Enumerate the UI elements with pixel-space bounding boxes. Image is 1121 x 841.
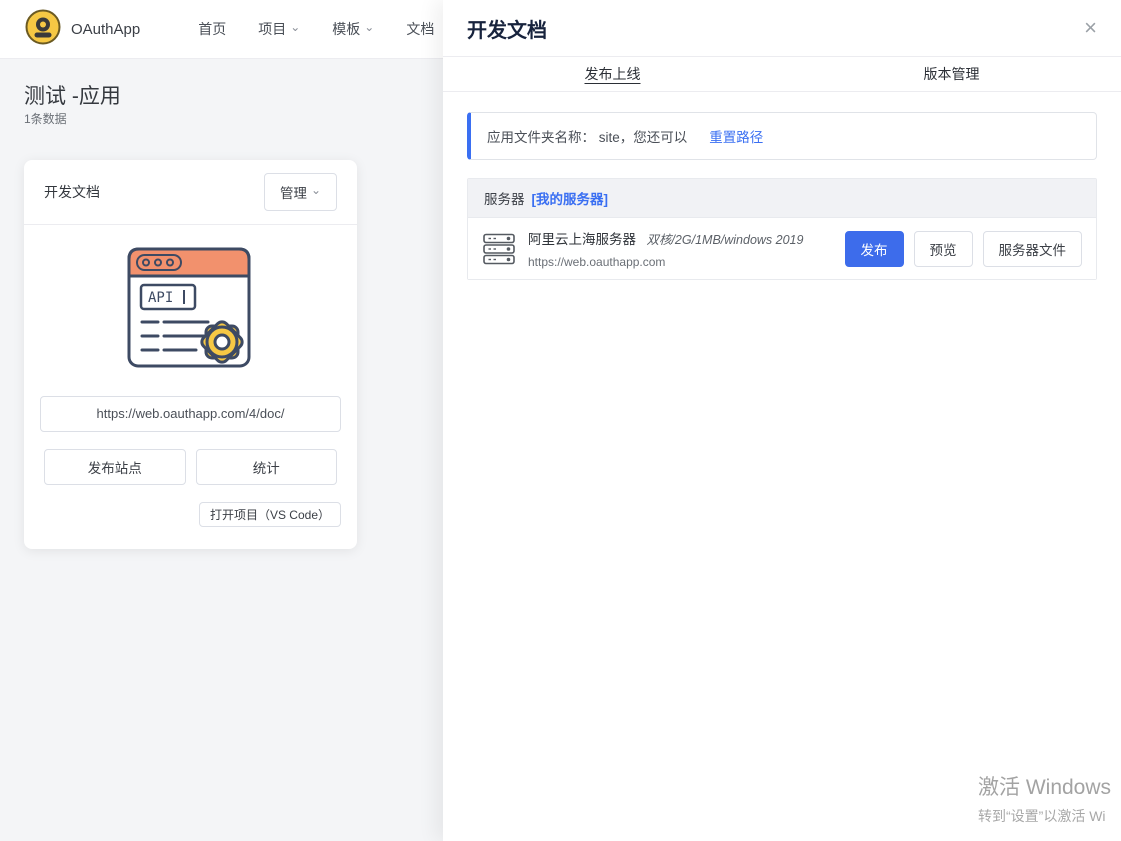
server-info: 阿里云上海服务器 双核/2G/1MB/windows 2019 https://… (528, 228, 845, 269)
server-actions: 发布 预览 服务器文件 (844, 230, 1082, 267)
tab-publish-online[interactable]: 发布上线 (443, 57, 782, 91)
app-card-header: 开发文档 管理 ⌄ (24, 160, 357, 225)
app-card: 开发文档 管理 ⌄ API https://web.oauthapp.com/4… (24, 160, 357, 549)
my-servers-link[interactable]: [我的服务器] (532, 188, 609, 208)
page-subtitle: 1条数据 (24, 112, 67, 126)
publish-button[interactable]: 发布 (844, 230, 904, 267)
server-rack-icon (482, 232, 516, 266)
brand[interactable]: OAuthApp (24, 8, 140, 51)
stats-button[interactable]: 统计 (195, 449, 337, 485)
main-nav: 首页 项目 ⌄ 模板 ⌄ 文档 (198, 19, 434, 39)
chevron-down-icon: ⌄ (290, 20, 301, 34)
app-logo-icon (24, 8, 62, 51)
server-name: 阿里云上海服务器 (528, 232, 636, 247)
page-title: 测试 -应用 (24, 85, 121, 108)
drawer-tabs: 发布上线 版本管理 (443, 57, 1121, 92)
server-panel-header: 服务器 [我的服务器] (468, 179, 1096, 218)
dev-docs-drawer: 开发文档 × 发布上线 版本管理 应用文件夹名称： site，您还可以 重置路径… (443, 0, 1121, 841)
open-project-row: 打开项目（VS Code） (40, 502, 341, 533)
app-card-title: 开发文档 (44, 184, 100, 200)
preview-button[interactable]: 预览 (913, 230, 973, 267)
drawer-title: 开发文档 (467, 19, 547, 42)
server-label: 服务器 (484, 192, 525, 207)
brand-name: OAuthApp (71, 20, 141, 38)
manage-button[interactable]: 管理 ⌄ (263, 173, 337, 211)
illustration-api-text: API (148, 290, 173, 306)
api-doc-illustration: API (40, 239, 341, 396)
card-actions: 发布站点 统计 (44, 449, 337, 485)
open-project-vscode-button[interactable]: 打开项目（VS Code） (198, 502, 341, 527)
chevron-down-icon: ⌄ (310, 183, 321, 197)
nav-item-templates[interactable]: 模板 ⌄ (332, 19, 374, 39)
reset-path-link[interactable]: 重置路径 (709, 126, 763, 146)
alert-text: 应用文件夹名称： site，您还可以 (487, 130, 688, 145)
publish-site-button[interactable]: 发布站点 (44, 449, 186, 485)
nav-item-home[interactable]: 首页 (198, 19, 226, 39)
drawer-header: 开发文档 × (443, 0, 1121, 57)
app-url-link[interactable]: https://web.oauthapp.com/4/doc/ (40, 396, 341, 432)
nav-item-projects[interactable]: 项目 ⌄ (258, 19, 300, 39)
nav-item-docs[interactable]: 文档 (406, 19, 434, 39)
app-viewport: OAuthApp 首页 项目 ⌄ 模板 ⌄ 文档 测试 -应用 1条数据 开发文… (0, 0, 1121, 841)
drawer-body: 应用文件夹名称： site，您还可以 重置路径 服务器 [我的服务器] 阿里云上… (443, 92, 1121, 300)
server-files-button[interactable]: 服务器文件 (982, 230, 1082, 267)
server-row: 阿里云上海服务器 双核/2G/1MB/windows 2019 https://… (468, 218, 1096, 279)
tab-version-management[interactable]: 版本管理 (782, 57, 1121, 91)
app-card-body: API https://web.oauthapp.com/4/doc/ 发布站点… (24, 225, 357, 549)
server-url: https://web.oauthapp.com (528, 255, 666, 269)
server-spec: 双核/2G/1MB/windows 2019 (646, 233, 804, 247)
server-panel: 服务器 [我的服务器] 阿里云上海服务器 双核/2G/1MB/windows 2… (467, 178, 1097, 280)
close-icon[interactable]: × (1084, 17, 1097, 39)
chevron-down-icon: ⌄ (364, 20, 375, 34)
folder-name-alert: 应用文件夹名称： site，您还可以 重置路径 (467, 112, 1097, 160)
